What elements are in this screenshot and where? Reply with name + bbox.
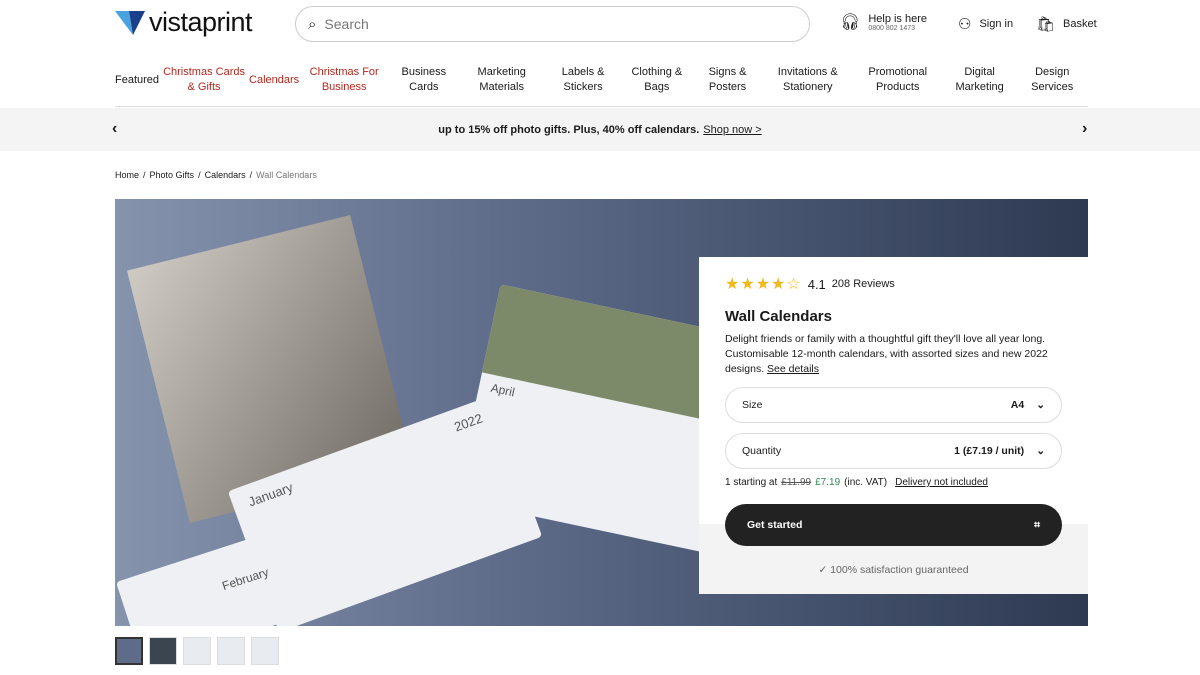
nav-item[interactable]: Signs & Posters: [692, 65, 762, 95]
calendar-february: February: [115, 520, 335, 626]
vistaprint-logo[interactable]: vistaprint: [115, 7, 253, 38]
divider: [115, 106, 1088, 107]
chevron-left-icon[interactable]: ‹: [112, 120, 117, 138]
basket-link[interactable]: 🛍︎ Basket: [1036, 15, 1097, 33]
star-rating-icon: ★★★★☆: [725, 276, 802, 293]
help-link[interactable]: 🎧︎ Help is here 0800 802 1473: [840, 12, 927, 32]
thumbnail-3[interactable]: [183, 637, 211, 665]
chevron-down-icon: ⌄: [1036, 445, 1045, 457]
nav-item[interactable]: Calendars: [249, 73, 299, 88]
size-select[interactable]: Size A4 ⌄: [725, 387, 1062, 423]
design-icon: ⌗: [1034, 518, 1040, 531]
headset-icon: 🎧︎: [840, 14, 861, 31]
get-started-button[interactable]: Get started ⌗: [725, 504, 1062, 546]
nav-item[interactable]: Marketing Materials: [459, 65, 545, 95]
nav-item[interactable]: Clothing & Bags: [621, 65, 692, 95]
check-circle-icon: ✓: [818, 564, 828, 576]
thumbnail-4[interactable]: [217, 637, 245, 665]
chevron-down-icon: ⌄: [1036, 399, 1045, 411]
search-input[interactable]: [324, 16, 765, 32]
nav-item[interactable]: Design Services: [1016, 65, 1088, 95]
price-line: 1 starting at £11.99 £7.19 (inc. VAT) Deliv…: [725, 477, 988, 488]
thumbnail-1[interactable]: [115, 637, 143, 665]
breadcrumb: Home / Photo Gifts / Calendars / Wall Calen…: [115, 170, 317, 180]
main-nav: Featured Christmas Cards & Gifts Calendars…: [115, 64, 1088, 96]
delivery-link[interactable]: Delivery not included: [895, 477, 988, 488]
breadcrumb-photo-gifts[interactable]: Photo Gifts: [150, 170, 195, 180]
nav-item[interactable]: Christmas Cards & Gifts: [159, 65, 249, 95]
thumbnail-2[interactable]: [149, 637, 177, 665]
chevron-right-icon[interactable]: ›: [1082, 120, 1087, 138]
nav-item[interactable]: Digital Marketing: [943, 65, 1017, 95]
product-title: Wall Calendars: [725, 308, 832, 325]
basket-icon: 🛍︎: [1036, 16, 1056, 33]
thumbnail-strip: [115, 637, 279, 665]
reviews-link[interactable]: 208 Reviews: [832, 278, 895, 290]
nav-item[interactable]: Invitations & Stationery: [763, 65, 853, 95]
thumbnail-5[interactable]: [251, 637, 279, 665]
nav-item[interactable]: Christmas For Business: [299, 65, 389, 95]
logo-icon: [115, 10, 145, 35]
sign-in-link[interactable]: ⚇ Sign in: [958, 15, 1013, 33]
shop-now-link[interactable]: Shop now >: [703, 124, 761, 136]
promo-banner: up to 15% off photo gifts. Plus, 40% off…: [0, 108, 1200, 151]
nav-item[interactable]: Promotional Products: [853, 65, 943, 95]
nav-item[interactable]: Business Cards: [389, 65, 458, 95]
guarantee: ✓ 100% satisfaction guaranteed: [818, 564, 969, 576]
quantity-select[interactable]: Quantity 1 (£7.19 / unit) ⌄: [725, 433, 1062, 469]
product-panel: ★★★★☆ 4.1 208 Reviews Wall Calendars Del…: [699, 257, 1088, 594]
rating[interactable]: ★★★★☆ 4.1 208 Reviews: [725, 274, 1062, 294]
see-details-link[interactable]: See details: [767, 363, 819, 375]
breadcrumb-current: Wall Calendars: [256, 170, 317, 180]
product-description: Delight friends or family with a thought…: [725, 333, 1048, 375]
user-icon: ⚇: [958, 16, 972, 33]
breadcrumb-calendars[interactable]: Calendars: [205, 170, 246, 180]
search-bar[interactable]: ⌕: [295, 6, 810, 42]
nav-item[interactable]: Featured: [115, 73, 159, 88]
breadcrumb-home[interactable]: Home: [115, 170, 139, 180]
nav-item[interactable]: Labels & Stickers: [545, 65, 621, 95]
search-icon: ⌕: [308, 15, 317, 33]
